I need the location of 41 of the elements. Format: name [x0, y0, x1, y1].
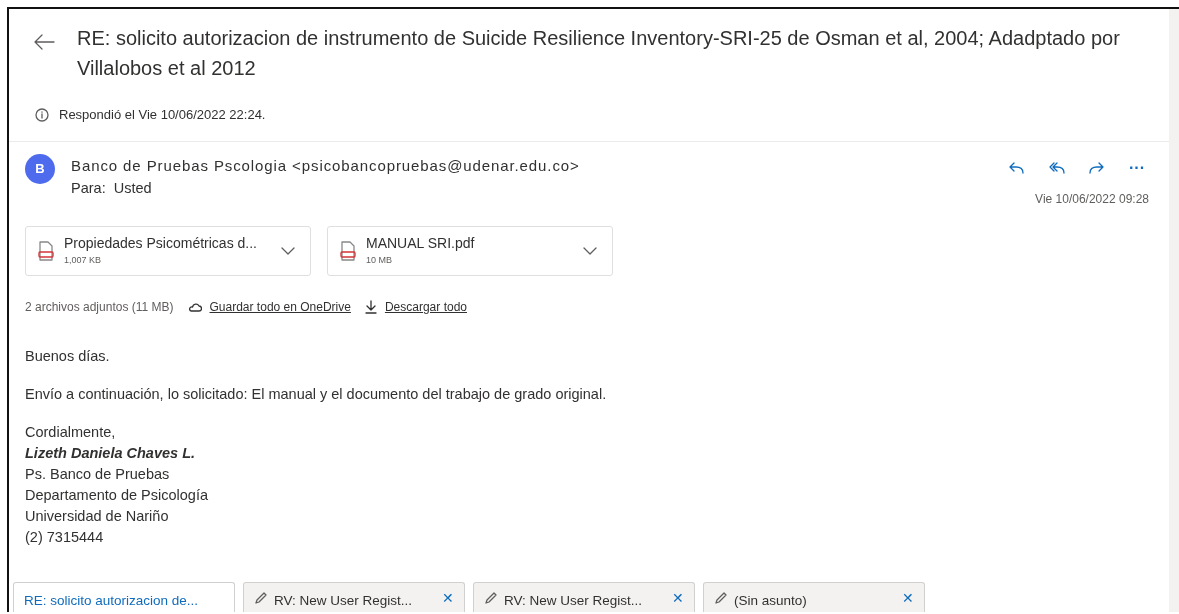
- body-text: (2) 7315444: [25, 528, 104, 545]
- back-arrow-icon[interactable]: [33, 33, 55, 51]
- sender-name: Banco de Pruebas Pscologia <psicobancopruebas@udenar.edu.co>: [71, 156, 580, 174]
- body-text: Departamento de Psicología: [25, 486, 208, 503]
- attachment-card[interactable]: Propiedades Psicométricas d... 1,007 KB: [25, 225, 311, 276]
- info-icon: [35, 107, 49, 122]
- chevron-down-icon: [281, 246, 295, 255]
- draft-tab[interactable]: RV: New User Regist... ✕: [243, 582, 465, 612]
- cloud-icon: [187, 301, 202, 312]
- save-to-cloud-link[interactable]: Guardar todo en OneDrive: [187, 297, 351, 316]
- draft-tab[interactable]: RV: New User Regist... ✕: [473, 582, 695, 612]
- scrollbar[interactable]: [1169, 9, 1179, 612]
- attachment-size: 10 MB: [366, 254, 393, 268]
- close-tab-icon[interactable]: ✕: [902, 591, 914, 605]
- chevron-down-icon: [583, 246, 597, 255]
- recipient-name: Usted: [113, 178, 152, 198]
- attachment-name: MANUAL SRI.pdf: [366, 234, 476, 254]
- attachment-size: 1,007 KB: [64, 254, 103, 268]
- draft-tab[interactable]: RE: solicito autorizacion de...: [13, 582, 235, 612]
- recipient-label: Para:: [71, 178, 106, 198]
- draft-tab[interactable]: (Sin asunto) ✕: [703, 582, 925, 612]
- attachment-summary: 2 archivos adjuntos (11 MB): [25, 298, 174, 316]
- body-text: Cordialmente,: [25, 423, 116, 440]
- attachment-card[interactable]: MANUAL SRI.pdf 10 MB: [327, 225, 613, 276]
- close-tab-icon[interactable]: ✕: [672, 591, 684, 605]
- pdf-file-icon: [340, 240, 356, 261]
- more-button[interactable]: ···: [1125, 157, 1149, 178]
- body-text: Ps. Banco de Pruebas: [25, 465, 170, 482]
- download-all-link[interactable]: Descargar todo: [364, 297, 467, 316]
- body-text: Universidad de Nariño: [25, 507, 169, 524]
- download-icon: [364, 299, 377, 314]
- close-tab-icon[interactable]: ✕: [442, 591, 454, 605]
- pdf-file-icon: [38, 240, 54, 261]
- sender-avatar: B: [25, 153, 55, 184]
- body-text: Buenos días.: [25, 347, 110, 364]
- email-subject: RE: solicito autorizacion de instrumento de Suicide Resilience Inventory-SRI-25 de Osman et al, 2004; Adadptado por Villalobos et al 2012: [77, 26, 1121, 81]
- signature-name: Lizeth Daniela Chaves L.: [25, 444, 196, 461]
- body-text: Envío a continuación, lo solicitado: El manual y el documento del trabajo de grado original.: [25, 385, 607, 402]
- message-date: Vie 10/06/2022 09:28: [1035, 191, 1149, 206]
- reply-notice: Respondió el Vie 10/06/2022 22:24.: [59, 106, 266, 124]
- attachment-name: Propiedades Psicométricas d...: [64, 234, 258, 254]
